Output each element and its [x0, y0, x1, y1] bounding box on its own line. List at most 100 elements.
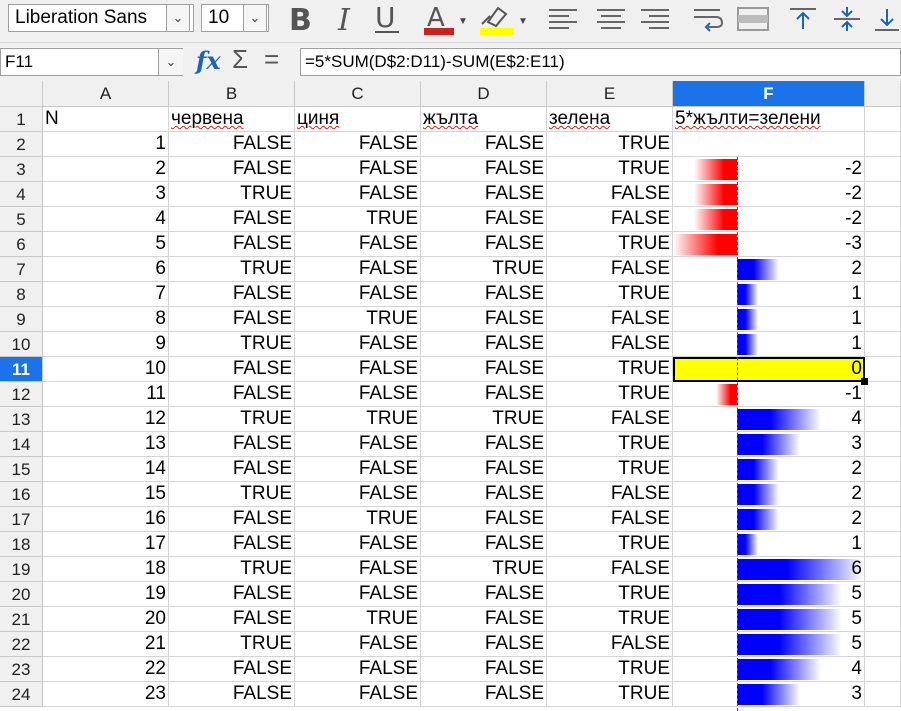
cell-A17[interactable]: 16 [43, 507, 169, 532]
align-center-icon[interactable] [593, 2, 629, 36]
cell-D17[interactable]: FALSE [421, 507, 547, 532]
cell-E8[interactable]: TRUE [547, 282, 673, 307]
cell-empty[interactable] [865, 582, 901, 607]
cell-E11[interactable]: TRUE [547, 357, 673, 382]
font-color-icon[interactable]: A ▼ [420, 2, 466, 36]
cell-D18[interactable]: FALSE [421, 532, 547, 557]
cell-C17[interactable]: TRUE [295, 507, 421, 532]
cell-A21[interactable]: 20 [43, 607, 169, 632]
cell-empty[interactable] [865, 632, 901, 657]
underline-icon[interactable]: U [370, 2, 406, 36]
cell-F22[interactable]: 5 [673, 632, 865, 657]
cell-F1[interactable]: 5*жълти=зелени [673, 107, 865, 132]
cell-C5[interactable]: TRUE [295, 207, 421, 232]
row-header-3[interactable]: 3 [0, 157, 43, 182]
cell-E21[interactable]: TRUE [547, 607, 673, 632]
cell-D23[interactable]: FALSE [421, 657, 547, 682]
row-header-18[interactable]: 18 [0, 532, 43, 557]
cell-D7[interactable]: TRUE [421, 257, 547, 282]
cell-C1[interactable]: циня [295, 107, 421, 132]
cell-B18[interactable]: FALSE [169, 532, 295, 557]
highlight-icon[interactable]: ▼ [476, 2, 526, 36]
fill-handle[interactable] [861, 378, 868, 385]
cell-F21[interactable]: 5 [673, 607, 865, 632]
cell-C4[interactable]: FALSE [295, 182, 421, 207]
font-name-dropdown[interactable]: ⌄ [166, 4, 190, 32]
cell-D21[interactable]: FALSE [421, 607, 547, 632]
row-header-22[interactable]: 22 [0, 632, 43, 657]
cell-E1[interactable]: зелена [547, 107, 673, 132]
row-header-12[interactable]: 12 [0, 382, 43, 407]
cell-B4[interactable]: TRUE [169, 182, 295, 207]
column-header-E[interactable]: E [547, 81, 673, 107]
cell-F12[interactable]: -1 [673, 382, 865, 407]
cell-A9[interactable]: 8 [43, 307, 169, 332]
cell-F8[interactable]: 1 [673, 282, 865, 307]
cell-A5[interactable]: 4 [43, 207, 169, 232]
cell-A16[interactable]: 15 [43, 482, 169, 507]
cell-empty[interactable] [865, 132, 901, 157]
cell-F11[interactable]: 0 [673, 357, 865, 382]
cell-B22[interactable]: TRUE [169, 632, 295, 657]
cell-empty[interactable] [865, 107, 901, 132]
cell-F14[interactable]: 3 [673, 432, 865, 457]
cell-empty[interactable] [865, 182, 901, 207]
cell-F6[interactable]: -3 [673, 232, 865, 257]
cell-D24[interactable]: FALSE [421, 682, 547, 707]
cell-empty[interactable] [865, 532, 901, 557]
cell-E3[interactable]: TRUE [547, 157, 673, 182]
sum-icon[interactable]: Σ [232, 44, 248, 75]
name-box[interactable]: F11 [0, 48, 183, 76]
cell-C16[interactable]: FALSE [295, 482, 421, 507]
cell-C14[interactable]: FALSE [295, 432, 421, 457]
cell-A18[interactable]: 17 [43, 532, 169, 557]
cell-A2[interactable]: 1 [43, 132, 169, 157]
cell-A7[interactable]: 6 [43, 257, 169, 282]
cell-E6[interactable]: TRUE [547, 232, 673, 257]
cell-C12[interactable]: FALSE [295, 382, 421, 407]
row-header-13[interactable]: 13 [0, 407, 43, 432]
cell-F18[interactable]: 1 [673, 532, 865, 557]
cell-D10[interactable]: FALSE [421, 332, 547, 357]
cell-empty[interactable] [865, 557, 901, 582]
cell-B10[interactable]: TRUE [169, 332, 295, 357]
cell-E10[interactable]: FALSE [547, 332, 673, 357]
font-size-dropdown[interactable]: ⌄ [243, 4, 267, 32]
cell-F3[interactable]: -2 [673, 157, 865, 182]
cell-C2[interactable]: FALSE [295, 132, 421, 157]
cell-B16[interactable]: TRUE [169, 482, 295, 507]
cell-F23[interactable]: 4 [673, 657, 865, 682]
italic-icon[interactable]: I [330, 2, 360, 36]
cell-C19[interactable]: FALSE [295, 557, 421, 582]
cell-empty[interactable] [865, 257, 901, 282]
cell-D11[interactable]: FALSE [421, 357, 547, 382]
cell-A11[interactable]: 10 [43, 357, 169, 382]
cell-C21[interactable]: TRUE [295, 607, 421, 632]
cell-B5[interactable]: FALSE [169, 207, 295, 232]
cell-A6[interactable]: 5 [43, 232, 169, 257]
cell-B2[interactable]: FALSE [169, 132, 295, 157]
merge-cells-icon[interactable] [735, 2, 771, 36]
cell-D15[interactable]: FALSE [421, 457, 547, 482]
formula-icon[interactable]: = [264, 44, 279, 75]
cell-empty[interactable] [865, 332, 901, 357]
cell-empty[interactable] [865, 357, 901, 382]
cell-D12[interactable]: FALSE [421, 382, 547, 407]
cell-D4[interactable]: FALSE [421, 182, 547, 207]
row-header-8[interactable]: 8 [0, 282, 43, 307]
row-header-1[interactable]: 1 [0, 107, 43, 132]
row-header-4[interactable]: 4 [0, 182, 43, 207]
row-header-24[interactable]: 24 [0, 682, 43, 707]
row-header-11[interactable]: 11 [0, 357, 43, 382]
cell-C22[interactable]: FALSE [295, 632, 421, 657]
wrap-text-icon[interactable] [690, 2, 726, 36]
cell-F9[interactable]: 1 [673, 307, 865, 332]
cell-F17[interactable]: 2 [673, 507, 865, 532]
cell-C24[interactable]: FALSE [295, 682, 421, 707]
cell-F15[interactable]: 2 [673, 457, 865, 482]
row-header-2[interactable]: 2 [0, 132, 43, 157]
cell-D13[interactable]: TRUE [421, 407, 547, 432]
cell-A19[interactable]: 18 [43, 557, 169, 582]
cell-C20[interactable]: FALSE [295, 582, 421, 607]
cell-E19[interactable]: FALSE [547, 557, 673, 582]
